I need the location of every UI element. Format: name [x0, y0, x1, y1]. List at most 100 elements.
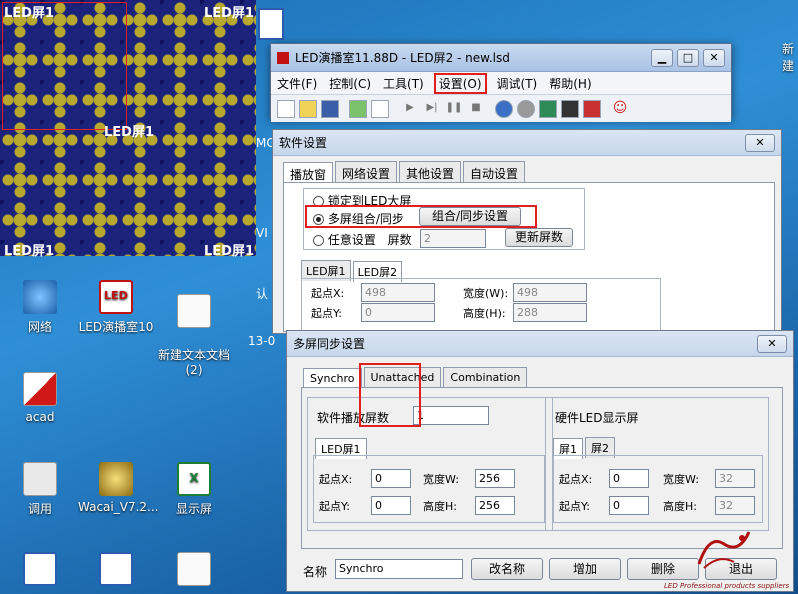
- desktop-icon-label: 网络: [27, 320, 52, 334]
- start-y-label: 起点Y:: [311, 307, 342, 320]
- watermark-text: LED Professional products suppliers: [664, 582, 790, 590]
- desktop-partial-label: 认: [256, 287, 269, 301]
- hw-group-label: 硬件LED显示屏: [555, 411, 639, 425]
- sync-dialog-titlebar: 多屏同步设置 ✕: [287, 331, 793, 357]
- desktop-partial-label: 新建: [782, 42, 795, 73]
- network-icon: [23, 280, 57, 314]
- start-y-field[interactable]: 0: [361, 303, 435, 322]
- monitor-icon[interactable]: [561, 99, 579, 118]
- radio-any-label: 任意设置: [327, 233, 376, 247]
- desktop-icon-word-2[interactable]: [78, 552, 154, 590]
- edit-icon[interactable]: [371, 99, 389, 118]
- connect-icon[interactable]: [495, 99, 513, 118]
- name-field[interactable]: Synchro: [335, 559, 463, 579]
- settings-dialog-titlebar: 软件设置 ✕: [273, 130, 781, 156]
- desktop-icon-label: LED演播室10: [78, 320, 154, 334]
- tab-combination[interactable]: Combination: [443, 367, 528, 387]
- new-file-icon[interactable]: [277, 99, 295, 118]
- pause-icon[interactable]: ❚❚: [445, 100, 463, 118]
- hw-height-field[interactable]: 32: [715, 496, 755, 515]
- maximize-button[interactable]: □: [677, 48, 699, 67]
- highlight-multi-screen: [305, 205, 537, 228]
- screen-count-field[interactable]: 2: [420, 229, 486, 248]
- settings-dialog-title: 软件设置: [279, 136, 328, 150]
- sw-width-field[interactable]: 256: [475, 469, 515, 488]
- text-doc-icon: [177, 294, 211, 328]
- width-field[interactable]: 498: [513, 283, 587, 302]
- close-button[interactable]: ✕: [703, 48, 725, 67]
- hw-width-label: 宽度W:: [663, 473, 699, 486]
- close-icon[interactable]: ✕: [757, 334, 787, 353]
- desktop-icon-label: acad: [25, 410, 55, 424]
- play-icon[interactable]: ▶: [401, 100, 419, 118]
- network-icon[interactable]: [539, 99, 557, 118]
- main-window-titlebar: LED演播室11.88D - LED屏2 - new.lsd ▁ □ ✕: [271, 44, 731, 72]
- close-icon[interactable]: ✕: [745, 133, 775, 152]
- step-icon[interactable]: ▶|: [423, 100, 441, 118]
- word-doc-icon: [23, 552, 57, 586]
- hw-width-field[interactable]: 32: [715, 469, 755, 488]
- add-button[interactable]: 增加: [549, 558, 621, 580]
- software-settings-dialog: 软件设置 ✕ 播放窗 网络设置 其他设置 自动设置 锁定到LED大屏 多屏组合/…: [272, 129, 782, 334]
- desktop-icon-doc-3[interactable]: [156, 552, 232, 590]
- menu-debug[interactable]: 调试(T): [497, 75, 538, 92]
- radio-button[interactable]: [313, 235, 324, 246]
- desktop-icon-label: 新建文本文档 (2): [157, 348, 230, 377]
- sw-start-x-field[interactable]: 0: [371, 469, 411, 488]
- radio-any-setting[interactable]: 任意设置 屏数: [313, 231, 412, 248]
- desktop-icon-shortcut[interactable]: 调用: [2, 462, 78, 517]
- sw-height-label: 高度H:: [423, 500, 457, 513]
- hw-start-x-field[interactable]: 0: [609, 469, 649, 488]
- app-icon: [277, 51, 289, 64]
- menu-tools[interactable]: 工具(T): [383, 75, 424, 92]
- rename-button[interactable]: 改名称: [471, 558, 543, 580]
- hw-height-label: 高度H:: [663, 500, 697, 513]
- stop-icon[interactable]: ■: [467, 100, 485, 118]
- desktop-icon-text-doc[interactable]: 新建文本文档 (2): [156, 280, 232, 377]
- text-doc-icon: [177, 552, 211, 586]
- led-label-center: LED屏1: [104, 125, 155, 140]
- delete-button[interactable]: 删除: [627, 558, 699, 580]
- menu-control[interactable]: 控制(C): [329, 75, 371, 92]
- desktop-icon-label: Wacai_V7.2...: [78, 500, 159, 514]
- desktop-icon-excel[interactable]: X 显示屏: [156, 462, 232, 517]
- hw-start-x-label: 起点X:: [559, 473, 593, 486]
- menu-file[interactable]: 文件(F): [277, 75, 317, 92]
- grid-icon[interactable]: [349, 99, 367, 118]
- toolbar: ▶ ▶| ❚❚ ■ ☺: [271, 94, 731, 122]
- sw-height-field[interactable]: 256: [475, 496, 515, 515]
- disconnect-icon[interactable]: [517, 99, 535, 118]
- screen-icon[interactable]: [583, 99, 601, 118]
- start-x-field[interactable]: 498: [361, 283, 435, 302]
- desktop-icon-label: 调用: [27, 502, 52, 516]
- acad-icon: [23, 372, 57, 406]
- desktop-icon-wacai[interactable]: Wacai_V7.2...: [78, 462, 158, 514]
- menu-settings[interactable]: 设置(O): [433, 72, 487, 94]
- main-window-title: LED演播室11.88D - LED屏2 - new.lsd: [295, 51, 510, 65]
- sync-dialog-title: 多屏同步设置: [293, 337, 366, 351]
- desktop-icon-led-studio[interactable]: LED LED演播室10: [78, 280, 154, 335]
- desktop-icon-network[interactable]: 网络: [2, 280, 78, 335]
- desktop-icon-label: 显示屏: [175, 502, 212, 516]
- dragon-watermark-logo: [694, 524, 754, 574]
- word-doc-icon[interactable]: [258, 8, 284, 40]
- sw-width-label: 宽度W:: [423, 473, 459, 486]
- word-doc-icon: [99, 552, 133, 586]
- led-label-bottom-left: LED屏1: [4, 244, 55, 259]
- sw-start-y-field[interactable]: 0: [371, 496, 411, 515]
- save-icon[interactable]: [321, 99, 339, 118]
- desktop-icon-acad[interactable]: acad: [2, 372, 78, 424]
- led-region-outline: [2, 2, 127, 130]
- sw-count-field[interactable]: 1: [413, 406, 489, 425]
- menu-help[interactable]: 帮助(H): [549, 75, 591, 92]
- update-screen-count-button[interactable]: 更新屏数: [505, 228, 573, 247]
- minimize-button[interactable]: ▁: [651, 48, 673, 67]
- desktop-icon-word-1[interactable]: [2, 552, 78, 590]
- smiley-icon[interactable]: ☺: [611, 100, 629, 118]
- height-label: 高度(H):: [463, 307, 506, 320]
- height-field[interactable]: 288: [513, 303, 587, 322]
- hw-start-y-field[interactable]: 0: [609, 496, 649, 515]
- tab-synchro[interactable]: Synchro: [303, 368, 362, 388]
- open-folder-icon[interactable]: [299, 99, 317, 118]
- led-label-top-left: LED屏1: [4, 6, 55, 21]
